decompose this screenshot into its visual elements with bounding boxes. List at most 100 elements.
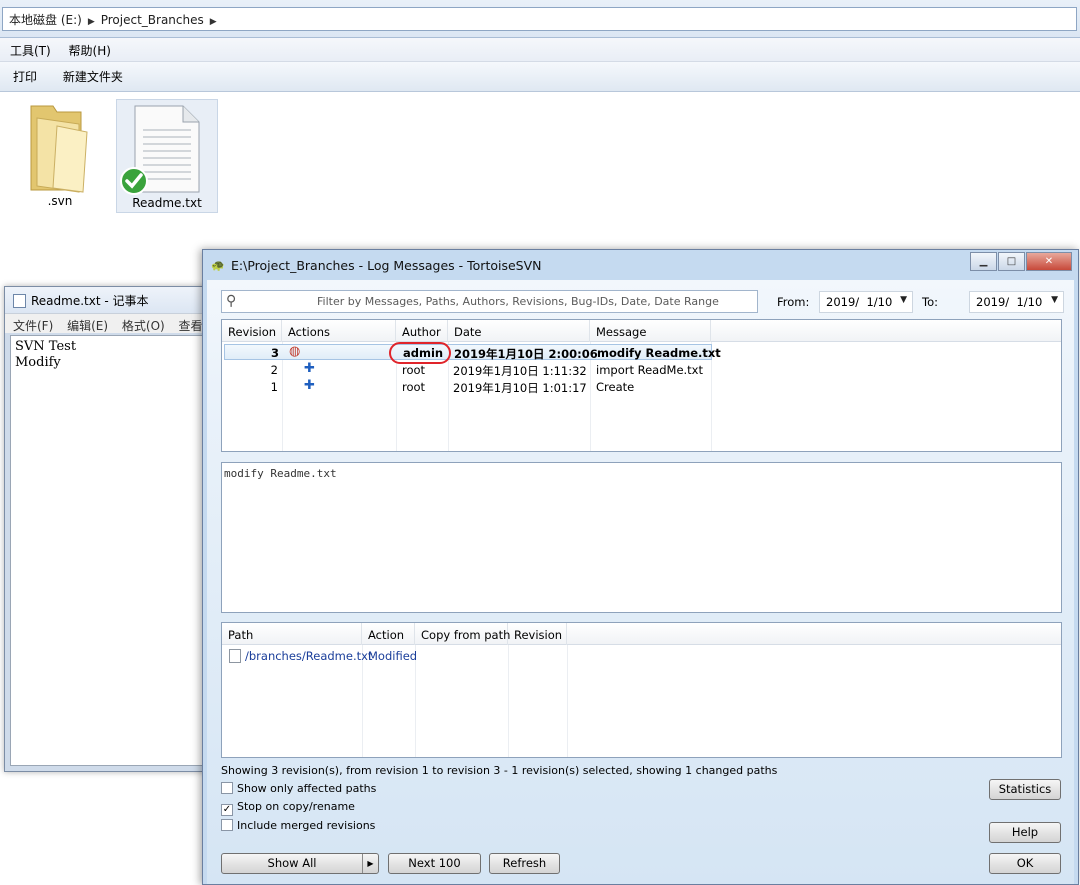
include-merged-checkbox[interactable]: Include merged revisions bbox=[221, 819, 375, 832]
svn-log-window: 🐢 E:\Project_Branches - Log Messages - T… bbox=[202, 249, 1079, 885]
checkbox-label: Show only affected paths bbox=[237, 782, 377, 795]
breadcrumb-chevron-icon[interactable]: ▶ bbox=[88, 17, 95, 27]
maximize-button[interactable]: □ bbox=[998, 252, 1025, 271]
revision-number: 2 bbox=[270, 363, 278, 377]
notepad-menu-file[interactable]: 文件(F) bbox=[13, 319, 53, 333]
changed-path-action: Modified bbox=[368, 649, 418, 663]
notepad-menubar: 文件(F) 编辑(E) 格式(O) 查看( bbox=[5, 313, 217, 333]
explorer-toolbar: 打印 新建文件夹 bbox=[0, 62, 1080, 92]
notepad-icon bbox=[13, 294, 26, 308]
revision-author: root bbox=[402, 363, 426, 377]
from-date-picker[interactable]: 2019/ 1/10 ▼ bbox=[819, 291, 913, 313]
revision-author: root bbox=[402, 380, 426, 394]
close-button[interactable]: ✕ bbox=[1026, 252, 1072, 271]
col-date[interactable]: Date bbox=[448, 320, 590, 342]
revision-date: 2019年1月10日 1:11:32 bbox=[453, 364, 587, 378]
svn-titlebar[interactable]: 🐢 E:\Project_Branches - Log Messages - T… bbox=[203, 250, 1078, 280]
changed-path-row[interactable]: /branches/Readme.txt Modified bbox=[222, 648, 1061, 664]
col-action[interactable]: Action bbox=[362, 623, 415, 645]
col-revision[interactable]: Revision bbox=[222, 320, 282, 342]
changed-paths-header: Path Action Copy from path Revision bbox=[222, 623, 1061, 645]
checkbox-box[interactable] bbox=[221, 782, 233, 794]
revision-author: admin bbox=[389, 342, 451, 364]
menu-help[interactable]: 帮助(H) bbox=[69, 44, 111, 58]
log-message-pane[interactable]: modify Readme.txt bbox=[221, 462, 1062, 613]
folder-icon bbox=[30, 105, 88, 193]
checkbox-box[interactable] bbox=[221, 819, 233, 831]
new-folder-button[interactable]: 新建文件夹 bbox=[63, 70, 123, 84]
from-label: From: bbox=[777, 295, 810, 309]
refresh-button[interactable]: Refresh bbox=[489, 853, 560, 874]
notepad-menu-format[interactable]: 格式(O) bbox=[122, 319, 165, 333]
revision-message: Create bbox=[596, 380, 635, 394]
address-bar[interactable]: 本地磁盘 (E:) ▶ Project_Branches ▶ bbox=[2, 7, 1077, 31]
col-message[interactable]: Message bbox=[590, 320, 711, 342]
notepad-titlebar[interactable]: Readme.txt - 记事本 bbox=[5, 287, 217, 313]
file-item-svn[interactable]: .svn bbox=[9, 98, 111, 212]
statistics-button[interactable]: Statistics bbox=[989, 779, 1061, 800]
revision-date: 2019年1月10日 2:00:06 bbox=[454, 347, 598, 361]
tortoise-icon: 🐢 bbox=[211, 259, 225, 272]
svn-checkmark-icon bbox=[120, 167, 148, 195]
to-label: To: bbox=[922, 295, 938, 309]
notepad-text-area[interactable]: SVN Test Modify bbox=[10, 335, 215, 766]
file-name: .svn bbox=[47, 194, 73, 208]
next-100-button[interactable]: Next 100 bbox=[388, 853, 481, 874]
breadcrumb-drive[interactable]: 本地磁盘 (E:) bbox=[9, 13, 82, 27]
revision-message: import ReadMe.txt bbox=[596, 363, 703, 377]
col-revision[interactable]: Revision bbox=[508, 623, 567, 645]
revision-list-header: Revision Actions Author Date Message bbox=[222, 320, 1061, 342]
col-copy-from-path[interactable]: Copy from path bbox=[415, 623, 510, 645]
minimize-button[interactable]: ▁ bbox=[970, 252, 997, 271]
status-text: Showing 3 revision(s), from revision 1 t… bbox=[221, 764, 778, 777]
filter-placeholder: Filter by Messages, Paths, Authors, Revi… bbox=[317, 295, 719, 308]
breadcrumb-chevron-icon[interactable]: ▶ bbox=[210, 17, 217, 27]
help-button[interactable]: Help bbox=[989, 822, 1061, 843]
revision-row[interactable]: 3 ◍ admin 2019年1月10日 2:00:06 modify Read… bbox=[224, 342, 721, 364]
to-date-value: 2019/ 1/10 bbox=[976, 295, 1043, 309]
notepad-menu-edit[interactable]: 编辑(E) bbox=[67, 319, 108, 333]
search-icon[interactable]: ⚲ bbox=[226, 293, 236, 309]
checkbox-label: Stop on copy/rename bbox=[237, 800, 355, 813]
chevron-down-icon[interactable]: ▼ bbox=[1051, 295, 1058, 305]
checkmark-icon[interactable]: ✓ bbox=[221, 804, 233, 816]
col-path[interactable]: Path bbox=[222, 623, 362, 645]
changed-paths-list[interactable]: Path Action Copy from path Revision /bra… bbox=[221, 622, 1062, 758]
revision-row[interactable]: 1 ✚ root 2019年1月10日 1:01:17 Create bbox=[222, 378, 1061, 396]
stop-on-copy-checkbox[interactable]: ✓ Stop on copy/rename bbox=[221, 800, 355, 816]
breadcrumb-folder[interactable]: Project_Branches bbox=[101, 13, 204, 27]
notepad-title: Readme.txt - 记事本 bbox=[31, 294, 149, 308]
show-affected-paths-checkbox[interactable]: Show only affected paths bbox=[221, 782, 376, 795]
revision-list[interactable]: Revision Actions Author Date Message 3 ◍… bbox=[221, 319, 1062, 452]
print-button[interactable]: 打印 bbox=[13, 70, 37, 84]
from-date-value: 2019/ 1/10 bbox=[826, 295, 893, 309]
revision-number: 1 bbox=[270, 380, 278, 394]
address-bar-area: 本地磁盘 (E:) ▶ Project_Branches ▶ bbox=[0, 0, 1080, 38]
file-item-readme[interactable]: Readme.txt bbox=[116, 99, 218, 213]
col-author[interactable]: Author bbox=[396, 320, 448, 342]
svn-window-title: E:\Project_Branches - Log Messages - Tor… bbox=[231, 258, 542, 273]
filter-input[interactable]: ⚲ Filter by Messages, Paths, Authors, Re… bbox=[221, 290, 758, 313]
chevron-down-icon[interactable]: ▼ bbox=[900, 295, 907, 305]
to-date-picker[interactable]: 2019/ 1/10 ▼ bbox=[969, 291, 1064, 313]
file-name: Readme.txt bbox=[132, 196, 202, 210]
added-icon: ✚ bbox=[304, 378, 315, 393]
revision-number: 3 bbox=[270, 346, 279, 360]
explorer-menubar: 工具(T) 帮助(H) bbox=[0, 38, 1080, 62]
revision-row[interactable]: 2 ✚ root 2019年1月10日 1:11:32 import ReadM… bbox=[222, 361, 1061, 379]
svn-client-area: ⚲ Filter by Messages, Paths, Authors, Re… bbox=[207, 280, 1074, 884]
show-all-button[interactable]: Show All ▶ bbox=[221, 853, 379, 874]
highlight-ring bbox=[389, 342, 451, 364]
menu-tools[interactable]: 工具(T) bbox=[10, 44, 51, 58]
ok-button[interactable]: OK bbox=[989, 853, 1061, 874]
file-icon bbox=[229, 649, 241, 663]
col-actions[interactable]: Actions bbox=[282, 320, 396, 342]
window-controls: ▁ □ ✕ bbox=[969, 252, 1072, 272]
modified-icon: ◍ bbox=[289, 344, 301, 359]
dropdown-arrow-icon[interactable]: ▶ bbox=[362, 854, 378, 873]
changed-path: /branches/Readme.txt bbox=[245, 649, 373, 663]
revision-message: modify Readme.txt bbox=[597, 346, 721, 360]
notepad-window: Readme.txt - 记事本 文件(F) 编辑(E) 格式(O) 查看( S… bbox=[4, 286, 218, 772]
revision-date: 2019年1月10日 1:01:17 bbox=[453, 381, 587, 395]
added-icon: ✚ bbox=[304, 361, 315, 376]
